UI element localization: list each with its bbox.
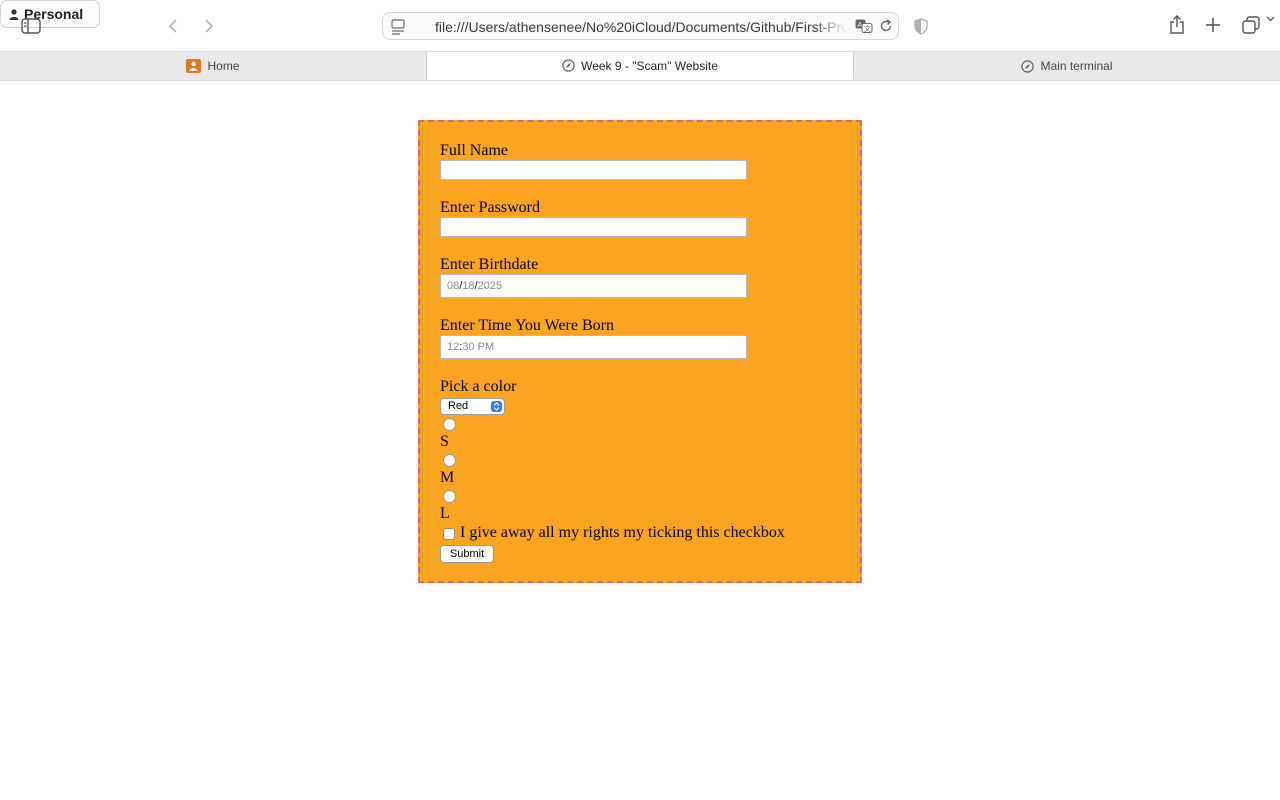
forward-icon[interactable] [198, 14, 220, 38]
birth-time-input[interactable]: 12:30 PM [440, 335, 747, 359]
svg-text:文: 文 [864, 24, 871, 33]
color-select[interactable]: Red [440, 398, 505, 415]
consent-label: I give away all my rights my ticking thi… [460, 524, 785, 541]
translate-icon[interactable]: A文 [855, 19, 873, 38]
address-bar[interactable]: file:///Users/athensenee/No%20iCloud/Doc… [382, 12, 899, 40]
reload-icon[interactable] [879, 19, 893, 38]
tab-home[interactable]: Home [0, 52, 427, 80]
browser-toolbar: Personal file:///Users/athensenee/No%20i… [0, 0, 1280, 52]
page-menu-icon[interactable] [391, 19, 405, 40]
size-label-m: M [440, 469, 455, 486]
compass-icon [562, 59, 575, 72]
size-radio-m[interactable] [443, 454, 456, 467]
profile-button[interactable]: Personal [0, 0, 1275, 28]
signup-form: Full Name Enter Password Enter Birthdate… [418, 120, 862, 583]
tab-main-terminal[interactable]: Main terminal [854, 52, 1280, 80]
tab-label: Main terminal [1040, 59, 1113, 73]
size-radio-s[interactable] [443, 418, 456, 431]
full-name-input[interactable] [440, 160, 747, 180]
birthdate-year[interactable]: 2025 [478, 280, 502, 292]
consent-checkbox[interactable] [443, 528, 455, 540]
size-label-s: S [440, 433, 449, 450]
compass-icon [1021, 59, 1035, 73]
tab-bar: Home Week 9 - "Scam" Website Main termin… [0, 52, 1280, 81]
size-label-l: L [440, 505, 450, 522]
tab-label: Week 9 - "Scam" Website [581, 58, 718, 73]
size-radio-l[interactable] [443, 490, 456, 503]
color-label: Pick a color [440, 378, 517, 395]
birthdate-input[interactable]: 08/18/2025 [440, 274, 747, 298]
birthdate-month[interactable]: 08 [447, 280, 459, 292]
password-label: Enter Password [440, 199, 540, 216]
submit-button[interactable]: Submit [440, 545, 494, 563]
tab-overview-icon[interactable] [1240, 13, 1262, 37]
birth-time-label: Enter Time You Were Born [440, 317, 614, 334]
birth-time-hour[interactable]: 12 [447, 341, 459, 353]
chevron-down-icon [1266, 9, 1275, 25]
birthdate-label: Enter Birthdate [440, 256, 539, 273]
url-text: file:///Users/athensenee/No%20iCloud/Doc… [435, 19, 847, 35]
birth-time-minute[interactable]: 30 [462, 341, 474, 353]
tab-label: Home [207, 59, 240, 73]
share-icon[interactable] [1166, 12, 1188, 38]
back-icon[interactable] [162, 14, 184, 38]
birthdate-day[interactable]: 18 [462, 280, 474, 292]
home-icon [186, 59, 202, 73]
new-tab-icon[interactable] [1202, 13, 1224, 37]
color-select-value: Red [448, 400, 469, 412]
sidebar-toggle-icon[interactable] [18, 14, 44, 38]
tab-week-9[interactable]: Week 9 - "Scam" Website [427, 52, 854, 80]
password-input[interactable] [440, 217, 747, 237]
privacy-shield-icon[interactable] [910, 14, 932, 38]
birth-time-meridiem[interactable]: PM [478, 341, 495, 353]
select-arrows-icon [491, 401, 502, 412]
full-name-label: Full Name [440, 142, 508, 159]
